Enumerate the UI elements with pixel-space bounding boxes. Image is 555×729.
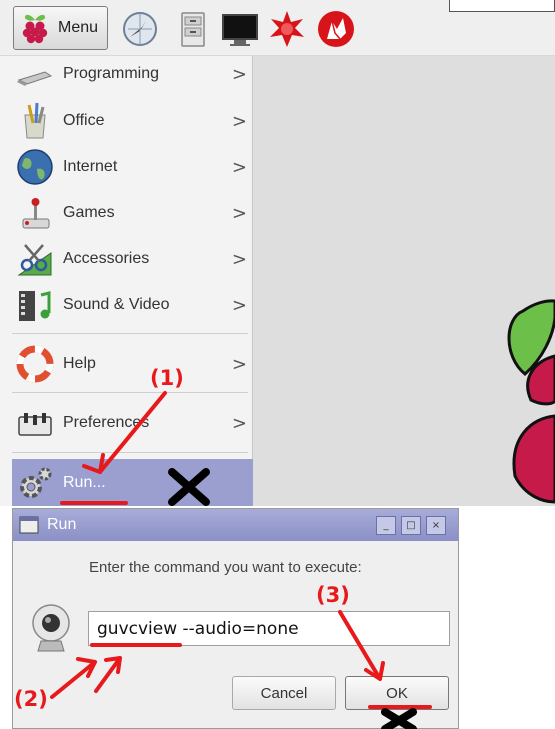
- menu-item-accessories[interactable]: Accessories >: [12, 236, 253, 282]
- annotation-step-1: (1): [150, 366, 184, 390]
- run-dialog: Run _ □ × Enter the command you want to …: [12, 508, 459, 729]
- application-menu: Programming > Office > Internet > Games …: [0, 56, 253, 506]
- preferences-icon: [18, 413, 52, 436]
- cancel-button[interactable]: Cancel: [232, 676, 336, 710]
- internet-icon: [17, 149, 53, 185]
- help-icon: [16, 345, 54, 383]
- close-button[interactable]: ×: [426, 516, 446, 535]
- programming-icon: [17, 71, 53, 86]
- desktop-background: [253, 56, 555, 506]
- chevron-right-icon: >: [231, 156, 247, 178]
- menu-item-run[interactable]: Run...: [12, 459, 253, 506]
- menu-item-label: Preferences: [63, 414, 150, 431]
- file-manager-icon[interactable]: [173, 9, 213, 49]
- menu-item-sound-video[interactable]: Sound & Video >: [12, 282, 253, 328]
- wolfram-icon[interactable]: [316, 9, 356, 49]
- web-browser-icon[interactable]: [120, 9, 160, 49]
- menu-separator: [12, 452, 248, 453]
- office-icon: [24, 102, 46, 139]
- menu-item-label: Run...: [63, 473, 106, 491]
- menu-item-preferences[interactable]: Preferences >: [12, 400, 253, 446]
- menu-separator: [12, 333, 248, 334]
- chevron-right-icon: >: [231, 353, 247, 375]
- dialog-prompt: Enter the command you want to execute:: [89, 559, 362, 576]
- sound-video-icon: [19, 291, 51, 321]
- menu-button-label: Menu: [58, 19, 99, 36]
- menu-item-label: Games: [63, 204, 115, 221]
- menu-item-label: Internet: [63, 158, 118, 175]
- menu-item-games[interactable]: Games >: [12, 190, 253, 236]
- chevron-right-icon: >: [231, 294, 247, 316]
- games-icon: [22, 198, 50, 229]
- chevron-right-icon: >: [231, 63, 247, 85]
- chevron-right-icon: >: [231, 202, 247, 224]
- webcam-icon: [32, 604, 70, 652]
- menu-item-label: Accessories: [63, 250, 150, 267]
- annotation-step-2: (2): [14, 687, 48, 711]
- menu-item-programming[interactable]: Programming >: [12, 51, 253, 97]
- menu-separator: [12, 392, 248, 393]
- ok-button[interactable]: OK: [345, 676, 449, 710]
- dialog-titlebar[interactable]: Run _ □ ×: [13, 509, 458, 541]
- menu-item-office[interactable]: Office >: [12, 98, 253, 144]
- chevron-right-icon: >: [231, 248, 247, 270]
- chevron-right-icon: >: [231, 412, 247, 434]
- menu-item-label: Programming: [63, 65, 160, 82]
- dialog-title: Run: [47, 516, 77, 533]
- annotation-step-3: (3): [316, 583, 350, 607]
- command-input[interactable]: [88, 611, 450, 646]
- mathematica-icon[interactable]: [267, 9, 307, 49]
- minimize-button[interactable]: _: [376, 516, 396, 535]
- raspberry-wallpaper-icon: [507, 299, 555, 504]
- menu-item-help[interactable]: Help >: [12, 341, 253, 387]
- terminal-icon[interactable]: [220, 9, 260, 49]
- menu-item-label: Sound & Video: [63, 296, 170, 313]
- maximize-button[interactable]: □: [401, 516, 421, 535]
- window-edge: [449, 0, 555, 12]
- chevron-right-icon: >: [231, 110, 247, 132]
- gear-icon: [20, 467, 52, 498]
- menu-item-internet[interactable]: Internet >: [12, 144, 253, 190]
- menu-button[interactable]: Menu: [13, 6, 108, 50]
- raspberry-pi-logo-icon: [22, 14, 48, 44]
- menu-item-label: Office: [63, 112, 105, 129]
- accessories-icon: [17, 244, 52, 276]
- window-icon: [19, 516, 39, 534]
- menu-item-label: Help: [63, 355, 96, 372]
